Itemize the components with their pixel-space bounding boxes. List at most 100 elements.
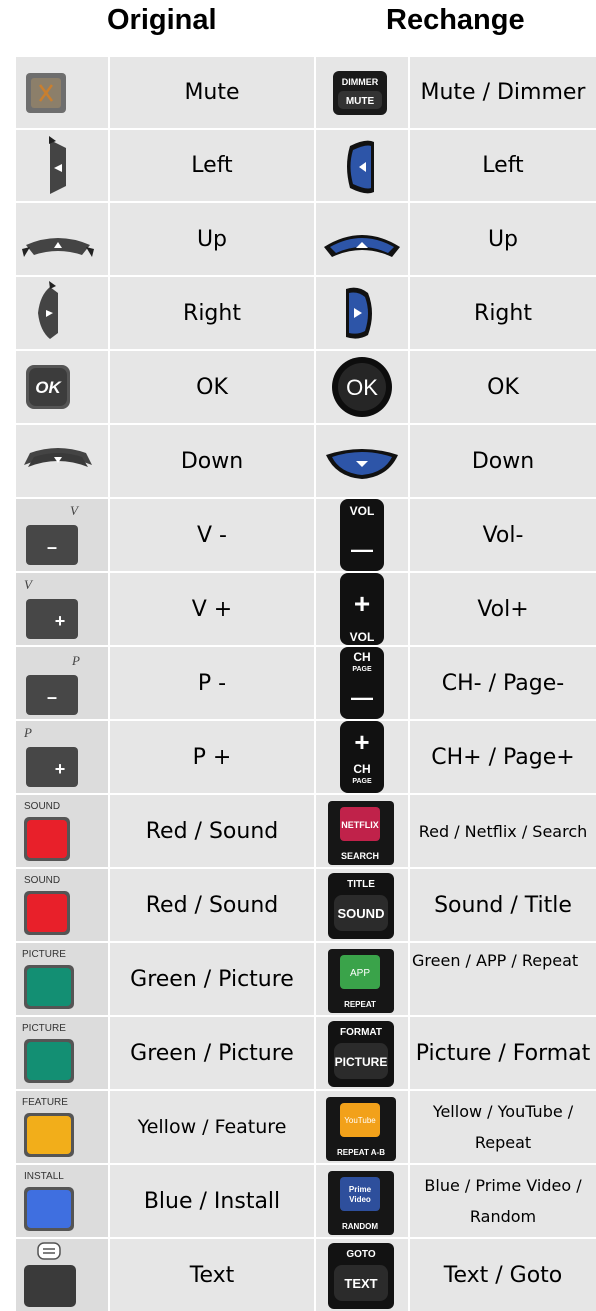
original-key-cell: V + [16,573,108,645]
original-column-header: Original [107,4,217,36]
original-icon-caption: PICTURE [22,1023,66,1034]
left-arrow-key-icon [49,136,66,194]
original-key-cell: OK [16,351,108,423]
rechange-key-cell: NETFLIX SEARCH [316,795,408,867]
original-icon-caption: P [71,653,80,668]
rechange-function-label: Right [410,277,596,349]
original-key-cell [16,277,108,349]
original-function-label: Yellow / Feature [110,1091,314,1163]
rechange-key-cell [316,130,408,201]
original-icon-caption: P [23,725,32,740]
rechange-function-label: Red / Netflix / Search [410,795,596,867]
table-row: P – P - CH PAGE — CH- / Page- [16,647,596,719]
original-function-label: Red / Sound [110,869,314,941]
rechange-key-cell: + VOL [316,573,408,645]
program-up-key-icon: P + [16,721,108,793]
mute-key-icon [26,73,66,113]
original-icon-caption: – [47,537,57,557]
rechange-function-label: Green / APP / Repeat [410,943,596,1015]
down-arrow-key-icon [24,448,92,467]
rechange-key-cell: DIMMER MUTE [316,57,408,128]
mute-dimmer-key-icon: DIMMER MUTE [333,71,387,115]
original-key-cell [16,1239,108,1311]
table-row: PICTURE Green / Picture APP REPEAT Green… [16,943,596,1015]
original-function-label: P + [110,721,314,793]
rechange-icon-caption: VOL [350,630,375,644]
original-key-cell [16,425,108,497]
rechange-icon-caption: Prime [349,1185,372,1194]
original-icon-caption: INSTALL [24,1171,64,1182]
volume-down-key-icon: VOL — [340,499,384,571]
original-icon-caption: + [55,611,66,631]
picture-format-key-icon: FORMAT PICTURE [328,1021,394,1087]
original-icon-caption: SOUND [24,801,60,812]
table-header: Original Rechange [0,0,596,57]
rechange-icon-caption: SEARCH [341,851,379,861]
original-function-label: Up [110,203,314,275]
rechange-function-label: Mute / Dimmer [410,57,596,128]
original-function-label: V - [110,499,314,571]
rechange-icon-caption: REPEAT [344,1000,376,1009]
right-arrow-key-icon [346,287,372,339]
rechange-function-label: Vol+ [410,573,596,645]
rechange-icon-caption: OK [346,375,378,400]
rechange-key-cell [316,203,408,275]
original-icon-caption: – [47,687,57,707]
original-function-label: OK [110,351,314,423]
rechange-icon-caption: DIMMER [342,77,379,87]
program-down-key-icon: P – [16,647,108,719]
original-icon-caption: FEATURE [22,1097,68,1108]
original-key-cell: INSTALL [16,1165,108,1237]
rechange-function-label: Sound / Title [410,869,596,941]
text-key-icon [16,1239,108,1311]
original-key-cell: PICTURE [16,1017,108,1089]
rechange-key-cell: + CH PAGE [316,721,408,793]
original-function-label: Green / Picture [110,1017,314,1089]
table-row: SOUND Red / Sound TITLE SOUND Sound / Ti… [16,869,596,941]
original-icon-caption: PICTURE [22,949,66,960]
original-icon-caption: OK [35,378,62,397]
original-icon-caption: + [55,759,66,779]
table-row: Up Up [16,203,596,275]
rechange-icon-caption: PAGE [352,778,372,785]
down-arrow-key-icon [326,449,398,479]
rechange-key-cell: VOL — [316,499,408,571]
table-row: Text GOTO TEXT Text / Goto [16,1239,596,1311]
ok-key-icon: OK [26,365,70,409]
rechange-icon-caption: CH [353,650,370,664]
text-goto-key-icon: GOTO TEXT [328,1243,394,1309]
table-row: P + P + + CH PAGE CH+ / Page+ [16,721,596,793]
up-arrow-key-icon [324,235,400,257]
original-key-cell: PICTURE [16,943,108,1015]
volume-up-key-icon: + VOL [340,573,384,645]
rechange-icon-caption: YouTube [344,1116,376,1125]
original-key-cell: SOUND [16,795,108,867]
rechange-column-header: Rechange [386,4,525,36]
original-key-cell: SOUND [16,869,108,941]
original-function-label: Text [110,1239,314,1311]
table-row: Right Right [16,277,596,349]
rechange-key-cell [316,425,408,497]
ok-key-icon: OK [332,357,392,417]
rechange-key-cell: CH PAGE — [316,647,408,719]
original-function-label: P - [110,647,314,719]
volume-down-key-icon: V – [16,499,108,571]
table-row: FEATURE Yellow / Feature YouTube REPEAT … [16,1091,596,1163]
rechange-function-label: Up [410,203,596,275]
rechange-icon-caption: RANDOM [342,1222,378,1231]
original-key-cell [16,57,108,128]
rechange-icon-caption: GOTO [346,1249,375,1260]
original-function-label: Left [110,130,314,201]
right-arrow-key-icon [38,281,58,339]
table-row: PICTURE Green / Picture FORMAT PICTURE P… [16,1017,596,1089]
yellow-feature-key-icon: FEATURE [16,1091,108,1163]
table-row: V – V - VOL — Vol- [16,499,596,571]
rechange-icon-caption: + [354,727,369,757]
rechange-function-label: Down [410,425,596,497]
rechange-key-cell [316,277,408,349]
rechange-icon-caption: VOL [350,504,375,518]
rechange-key-cell: Prime Video RANDOM [316,1165,408,1237]
rechange-function-label: CH+ / Page+ [410,721,596,793]
rechange-key-cell: OK [316,351,408,423]
volume-up-key-icon: V + [16,573,108,645]
